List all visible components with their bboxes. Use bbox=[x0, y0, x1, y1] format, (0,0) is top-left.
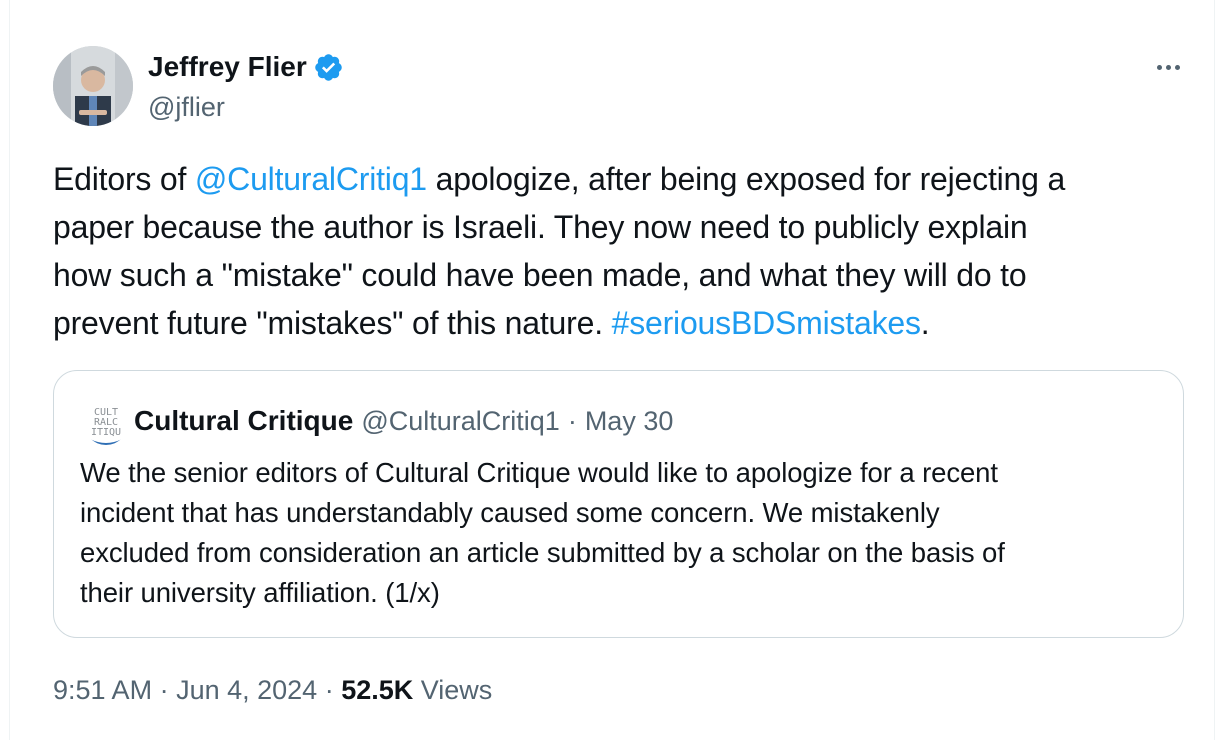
verified-badge-icon[interactable] bbox=[313, 52, 344, 83]
quote-line: their university affiliation. (1/x) bbox=[80, 577, 440, 608]
tweet-line: paper because the author is Israeli. The… bbox=[53, 209, 1028, 245]
tweet-meta: 9:51 AM · Jun 4, 2024 · 52.5K Views bbox=[53, 672, 492, 708]
tweet-text-segment: prevent future "mistakes" of this nature… bbox=[53, 305, 612, 341]
quote-author-name[interactable]: Cultural Critique bbox=[134, 404, 353, 438]
tweet-text: Editors of @CulturalCritiq1 apologize, a… bbox=[53, 155, 1203, 347]
tweet-time[interactable]: 9:51 AM bbox=[53, 675, 152, 705]
tweet-card: Jeffrey Flier @jflier Editors of @Cultur… bbox=[9, 0, 1215, 740]
quote-text: We the senior editors of Cultural Critiq… bbox=[80, 453, 1170, 613]
meta-separator: · bbox=[152, 675, 177, 705]
quote-date[interactable]: May 30 bbox=[585, 404, 674, 438]
meta-separator: · bbox=[317, 675, 342, 705]
more-options-icon bbox=[1156, 64, 1162, 70]
tweet-text-segment: . bbox=[920, 305, 930, 341]
hashtag-link[interactable]: #seriousBDSmistakes bbox=[612, 305, 921, 341]
author-name-row: Jeffrey Flier bbox=[148, 50, 344, 84]
tweet-text-segment: Editors of bbox=[53, 161, 195, 197]
quote-author-handle[interactable]: @CulturalCritiq1 bbox=[361, 404, 559, 438]
cultural-critique-logo-icon: CULT RALC ITIQU bbox=[84, 401, 128, 445]
author-handle[interactable]: @jflier bbox=[148, 90, 225, 124]
author-photo-icon bbox=[53, 46, 133, 126]
more-options-dot bbox=[1174, 64, 1180, 70]
quote-line: excluded from consideration an article s… bbox=[80, 537, 1005, 568]
tweet-line: Editors of @CulturalCritiq1 apologize, a… bbox=[53, 155, 1203, 203]
tweet-date[interactable]: Jun 4, 2024 bbox=[176, 675, 317, 705]
quote-avatar[interactable]: CULT RALC ITIQU bbox=[84, 401, 128, 445]
svg-text:ITIQU: ITIQU bbox=[91, 427, 121, 438]
quote-line: We the senior editors of Cultural Critiq… bbox=[80, 457, 998, 488]
author-avatar[interactable] bbox=[53, 46, 133, 126]
tweet-line: how such a "mistake" could have been mad… bbox=[53, 257, 1027, 293]
tweet-line: prevent future "mistakes" of this nature… bbox=[53, 299, 1203, 347]
more-options-button[interactable] bbox=[1148, 55, 1188, 79]
author-name[interactable]: Jeffrey Flier bbox=[148, 50, 307, 84]
quote-header: Cultural Critique @CulturalCritiq1 · May… bbox=[134, 404, 673, 438]
quote-line: incident that has understandably caused … bbox=[80, 497, 940, 528]
mention-link[interactable]: @CulturalCritiq1 bbox=[195, 161, 427, 197]
views-label: Views bbox=[413, 675, 493, 705]
more-options-dot bbox=[1165, 64, 1171, 70]
quote-separator: · bbox=[567, 406, 577, 436]
tweet-text-segment: apologize, after being exposed for rejec… bbox=[426, 161, 1066, 197]
quoted-tweet[interactable]: CULT RALC ITIQU Cultural Critique @Cultu… bbox=[53, 370, 1184, 638]
views-count[interactable]: 52.5K bbox=[341, 675, 413, 705]
